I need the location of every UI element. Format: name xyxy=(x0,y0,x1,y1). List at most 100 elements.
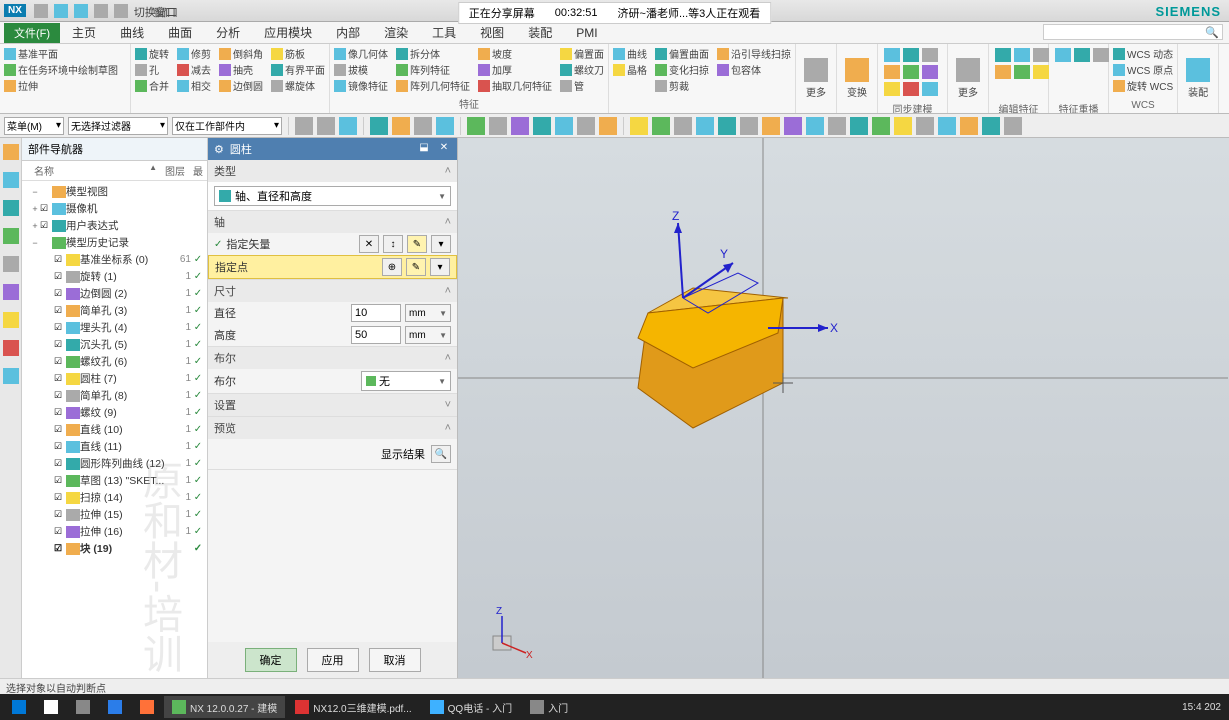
rb-extrude[interactable]: 拉伸 xyxy=(4,78,118,93)
rb-datum-plane[interactable]: 基准平面 xyxy=(4,46,118,61)
rb-curve[interactable]: 曲线 xyxy=(613,46,647,61)
tree-item[interactable]: ☑草图 (13) "SKET...1✓ xyxy=(22,472,207,489)
rb-mirror-feat[interactable]: 镜像特征 xyxy=(334,78,388,93)
rb-unite[interactable]: 合并 xyxy=(135,78,169,93)
height-unit[interactable]: mm▼ xyxy=(405,326,451,344)
tree-item[interactable]: −模型视图 xyxy=(22,183,207,200)
taskbar-item[interactable]: QQ电话 - 入门 xyxy=(422,696,520,718)
rb-wcs-dynamic[interactable]: WCS 动态 xyxy=(1113,46,1173,61)
taskbar-item[interactable]: NX 12.0.0.27 - 建模 xyxy=(164,696,285,718)
selbar-tool-icon[interactable] xyxy=(850,117,868,135)
point-dialog-icon[interactable]: ⊕ xyxy=(382,258,402,276)
rb-more-2[interactable]: 更多 xyxy=(948,44,989,113)
checkbox-icon[interactable]: ☑ xyxy=(54,254,66,266)
checkbox-icon[interactable]: ☑ xyxy=(54,407,66,419)
tree-item[interactable]: ☑边倒圆 (2)1✓ xyxy=(22,285,207,302)
taskbar-item[interactable] xyxy=(132,696,162,718)
rb-draft-slope[interactable]: 坡度 xyxy=(478,46,552,61)
vector-infer-icon[interactable]: ✎ xyxy=(407,235,427,253)
selbar-tool-icon[interactable] xyxy=(718,117,736,135)
rb-pattern-geom[interactable]: 阵列几何特征 xyxy=(396,78,470,93)
cancel-button[interactable]: 取消 xyxy=(369,648,421,672)
section-preview-header[interactable]: 预览˄ xyxy=(208,417,457,439)
tree-item[interactable]: ☑直线 (10)1✓ xyxy=(22,421,207,438)
nav-col-status[interactable]: 最 xyxy=(193,163,203,178)
edit-ic4[interactable] xyxy=(995,65,1011,79)
taskbar-item[interactable] xyxy=(4,696,34,718)
rb-more-1[interactable]: 更多 xyxy=(796,44,837,113)
selbar-tool-icon[interactable] xyxy=(740,117,758,135)
filter2-dropdown[interactable]: 仅在工作部件内▾ xyxy=(172,117,282,135)
selbar-tool-icon[interactable] xyxy=(784,117,802,135)
tree-item[interactable]: ☑拉伸 (15)1✓ xyxy=(22,506,207,523)
edit-ic1[interactable] xyxy=(995,48,1011,62)
vector-dialog-icon[interactable]: ↕ xyxy=(383,235,403,253)
replay-ic1[interactable] xyxy=(1055,48,1071,62)
dialog-titlebar[interactable]: ⚙ 圆柱 ⬓ ✕ xyxy=(208,138,457,160)
command-search[interactable]: 🔍 xyxy=(1043,24,1223,40)
checkbox-icon[interactable]: ☑ xyxy=(40,203,52,215)
tree-item[interactable]: +☑摄像机 xyxy=(22,200,207,217)
point-infer-icon[interactable]: ✎ xyxy=(406,258,426,276)
checkbox-icon[interactable]: ☑ xyxy=(54,373,66,385)
selbar-tool-icon[interactable] xyxy=(630,117,648,135)
tree-item[interactable]: ☑拉伸 (16)1✓ xyxy=(22,523,207,540)
section-bool-header[interactable]: 布尔˄ xyxy=(208,347,457,369)
selbar-tool-icon[interactable] xyxy=(762,117,780,135)
bool-dropdown[interactable]: 无▼ xyxy=(361,371,451,391)
tree-item[interactable]: ☑埋头孔 (4)1✓ xyxy=(22,319,207,336)
diameter-unit[interactable]: mm▼ xyxy=(405,304,451,322)
qat-undo-icon[interactable] xyxy=(54,4,68,18)
rb-extract-geom[interactable]: 抽取几何特征 xyxy=(478,78,552,93)
sync-ic8[interactable] xyxy=(903,82,919,96)
section-axis-header[interactable]: 轴˄ xyxy=(208,211,457,233)
selbar-tool-icon[interactable] xyxy=(577,117,595,135)
selbar-tool-icon[interactable] xyxy=(511,117,529,135)
edit-ic3[interactable] xyxy=(1033,48,1049,62)
expand-icon[interactable]: − xyxy=(30,238,40,248)
menu-view[interactable]: 视图 xyxy=(468,22,516,43)
gear-icon[interactable]: ⚙ xyxy=(214,143,224,156)
rail-assy-icon[interactable] xyxy=(3,172,19,188)
checkbox-icon[interactable]: ☑ xyxy=(54,458,66,470)
qat-window[interactable]: 窗口 xyxy=(154,4,168,18)
rb-containment[interactable]: 包容体 xyxy=(717,62,791,77)
rb-lattice[interactable]: 晶格 xyxy=(613,62,647,77)
checkbox-icon[interactable]: ☑ xyxy=(54,305,66,317)
selbar-tool-icon[interactable] xyxy=(467,117,485,135)
checkbox-icon[interactable]: ☑ xyxy=(40,220,52,232)
menu-tools[interactable]: 工具 xyxy=(420,22,468,43)
replay-ic3[interactable] xyxy=(1093,48,1109,62)
taskbar-clock[interactable]: 15:4 202 xyxy=(1182,702,1225,713)
show-result-button[interactable]: 🔍 xyxy=(431,445,451,463)
menu-pmi[interactable]: PMI xyxy=(564,24,609,42)
checkbox-icon[interactable]: ☑ xyxy=(54,509,66,521)
selbar-tool-icon[interactable] xyxy=(295,117,313,135)
rb-transform[interactable]: 变换 xyxy=(837,44,878,113)
rb-offset-surf[interactable]: 偏置曲面 xyxy=(655,46,709,61)
sync-ic6[interactable] xyxy=(922,65,938,79)
selbar-tool-icon[interactable] xyxy=(414,117,432,135)
nav-col-layer[interactable]: 图层 xyxy=(165,163,185,178)
selbar-tool-icon[interactable] xyxy=(872,117,890,135)
taskbar-item[interactable]: NX12.0三维建模.pdf... xyxy=(287,696,419,718)
rb-revolve[interactable]: 旋转 xyxy=(135,46,169,61)
tree-item[interactable]: ☑简单孔 (8)1✓ xyxy=(22,387,207,404)
checkbox-icon[interactable]: ☑ xyxy=(54,475,66,487)
menu-dropdown[interactable]: 菜单(M)▾ xyxy=(4,117,64,135)
vector-x-icon[interactable]: ✕ xyxy=(359,235,379,253)
selbar-tool-icon[interactable] xyxy=(828,117,846,135)
filter1-dropdown[interactable]: 无选择过滤器▾ xyxy=(68,117,168,135)
selbar-tool-icon[interactable] xyxy=(533,117,551,135)
selbar-tool-icon[interactable] xyxy=(982,117,1000,135)
rb-tube[interactable]: 管 xyxy=(560,78,604,93)
selbar-tool-icon[interactable] xyxy=(652,117,670,135)
rail-roles-icon[interactable] xyxy=(3,340,19,356)
tree-item[interactable]: +☑用户表达式 xyxy=(22,217,207,234)
section-type-header[interactable]: 类型˄ xyxy=(208,160,457,182)
menu-surface[interactable]: 曲面 xyxy=(156,22,204,43)
selbar-tool-icon[interactable] xyxy=(339,117,357,135)
replay-ic2[interactable] xyxy=(1074,48,1090,62)
ok-button[interactable]: 确定 xyxy=(245,648,297,672)
selbar-tool-icon[interactable] xyxy=(1004,117,1022,135)
